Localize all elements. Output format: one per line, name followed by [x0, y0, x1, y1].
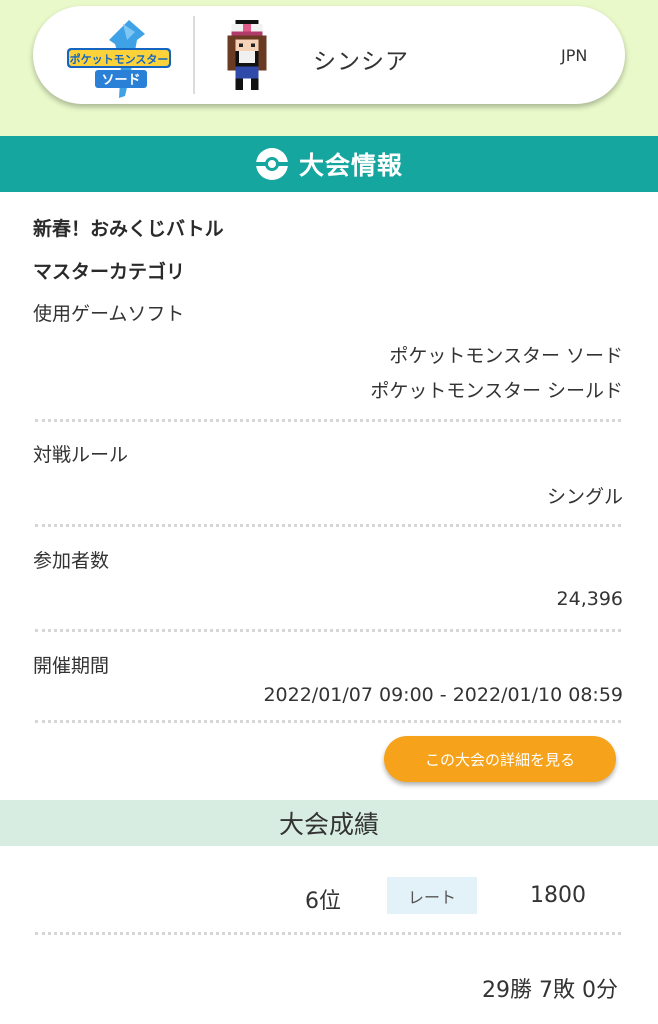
participants-label: 参加者数: [33, 550, 110, 572]
rate-badge: レート: [387, 877, 477, 914]
divider: [35, 419, 621, 422]
divider: [35, 932, 621, 935]
region-code: JPN: [561, 46, 588, 65]
divider: [35, 720, 621, 723]
participants-value: 24,396: [556, 588, 623, 610]
rate-value: 1800: [530, 883, 586, 908]
sword-logo: ポケットモンスター ソード: [67, 20, 171, 98]
tournament-name: 新春！おみくじバトル: [33, 218, 224, 240]
software-label: 使用ゲームソフト: [33, 303, 185, 325]
player-name: シンシア: [313, 49, 409, 75]
card-divider: [193, 16, 195, 94]
tournament-category: マスターカテゴリ: [33, 261, 186, 283]
results-title: 大会成績: [278, 810, 379, 839]
top-area: ポケットモンスター ソード シンシア JPN: [0, 0, 658, 136]
win-loss-record: 29勝 7敗 0分: [482, 978, 618, 1003]
tournament-info-header: 大会情報: [0, 136, 658, 192]
period-label: 開催期間: [33, 655, 110, 677]
period-value: 2022/01/07 09:00 - 2022/01/10 08:59: [263, 684, 623, 706]
rank-value: 6位: [305, 889, 341, 914]
divider: [35, 524, 621, 527]
section-title: 大会情報: [298, 151, 403, 180]
trainer-sprite-icon: [227, 20, 267, 90]
player-card[interactable]: ポケットモンスター ソード シンシア JPN: [33, 6, 625, 104]
svg-text:ソード: ソード: [101, 73, 140, 88]
rule-value: シングル: [546, 486, 623, 508]
svg-text:ポケットモンスター: ポケットモンスター: [70, 52, 169, 66]
software-value-sword: ポケットモンスター ソード: [389, 345, 623, 367]
divider: [35, 629, 621, 632]
tournament-detail-button[interactable]: この大会の詳細を見る: [384, 736, 616, 782]
rule-label: 対戦ルール: [33, 444, 129, 466]
pokeball-icon: [255, 148, 288, 180]
results-header: 大会成績: [0, 800, 658, 846]
software-value-shield: ポケットモンスター シールド: [370, 380, 623, 402]
